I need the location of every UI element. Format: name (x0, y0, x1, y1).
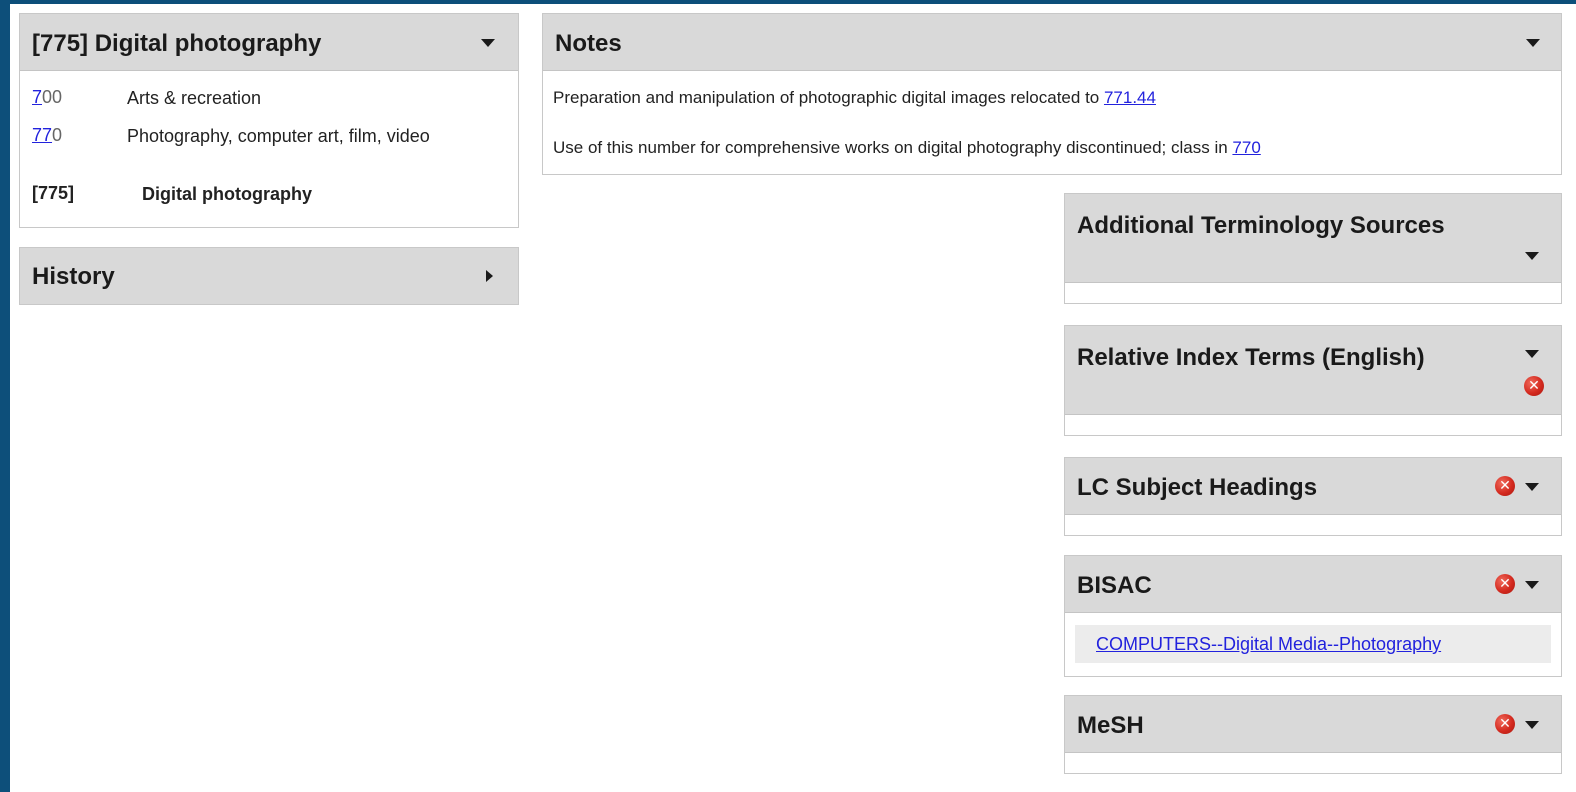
caret-down-icon[interactable] (1525, 483, 1539, 491)
notes-title: Notes (555, 30, 622, 57)
mesh-title: MeSH (1077, 712, 1144, 739)
hierarchy-label: Arts & recreation (127, 88, 262, 108)
relative-index-panel: Relative Index Terms (English) ✕ (1064, 325, 1562, 436)
notes-panel: Notes Preparation and manipulation of ph… (542, 13, 1562, 175)
remove-x-icon[interactable]: ✕ (1524, 376, 1544, 396)
relative-index-header[interactable]: Relative Index Terms (English) ✕ (1065, 326, 1561, 415)
history-panel-header[interactable]: History (20, 248, 518, 304)
caret-down-icon[interactable] (1525, 721, 1539, 729)
lc-subject-headings-title: LC Subject Headings (1077, 474, 1318, 501)
caret-right-icon[interactable] (486, 270, 493, 282)
hierarchy-code: 700 (32, 87, 63, 107)
lc-subject-headings-header[interactable]: LC Subject Headings ✕ (1065, 458, 1561, 515)
window-frame-top (0, 0, 1576, 4)
notes-panel-header[interactable]: Notes (543, 14, 1561, 71)
additional-terminology-header[interactable]: Additional Terminology Sources (1065, 194, 1561, 283)
additional-terminology-title: Additional Terminology Sources (1077, 212, 1445, 239)
additional-terminology-panel: Additional Terminology Sources (1064, 193, 1562, 304)
history-panel: History (19, 247, 519, 305)
hierarchy-label-current: Digital photography (142, 184, 312, 204)
window-frame-left (0, 0, 10, 792)
remove-x-icon[interactable]: ✕ (1495, 574, 1515, 594)
bisac-item: COMPUTERS--Digital Media--Photography (1075, 625, 1551, 663)
note-link-771-44[interactable]: 771.44 (1104, 88, 1156, 107)
note-discontinued: Use of this number for comprehensive wor… (553, 138, 1261, 157)
bisac-header[interactable]: BISAC ✕ (1065, 556, 1561, 613)
note-link-770[interactable]: 770 (1232, 138, 1260, 157)
classification-title: [775] Digital photography (32, 30, 322, 57)
note-relocated: Preparation and manipulation of photogra… (553, 88, 1156, 107)
mesh-header[interactable]: MeSH ✕ (1065, 696, 1561, 753)
remove-x-icon[interactable]: ✕ (1495, 476, 1515, 496)
bisac-title: BISAC (1077, 572, 1152, 599)
hierarchy-label: Photography, computer art, film, video (127, 126, 430, 146)
caret-down-icon[interactable] (1525, 581, 1539, 589)
bisac-panel: BISAC ✕ COMPUTERS--Digital Media--Photog… (1064, 555, 1562, 677)
relative-index-title: Relative Index Terms (English) (1077, 344, 1425, 371)
caret-down-icon[interactable] (481, 39, 495, 47)
lc-subject-headings-panel: LC Subject Headings ✕ (1064, 457, 1562, 536)
remove-x-icon[interactable]: ✕ (1495, 714, 1515, 734)
hierarchy-code-current: [775] (32, 183, 75, 203)
caret-down-icon[interactable] (1525, 350, 1539, 358)
caret-down-icon[interactable] (1525, 252, 1539, 260)
caret-down-icon[interactable] (1526, 39, 1540, 47)
bisac-link[interactable]: COMPUTERS--Digital Media--Photography (1096, 634, 1441, 655)
hierarchy-code-link[interactable]: 77 (32, 125, 52, 145)
hierarchy-code-link[interactable]: 7 (32, 87, 42, 107)
hierarchy-code: 770 (32, 125, 63, 145)
classification-panel-header[interactable]: [775] Digital photography (20, 14, 518, 71)
mesh-panel: MeSH ✕ (1064, 695, 1562, 774)
classification-panel: [775] Digital photography 700 Arts & rec… (19, 13, 519, 228)
history-title: History (32, 263, 115, 290)
